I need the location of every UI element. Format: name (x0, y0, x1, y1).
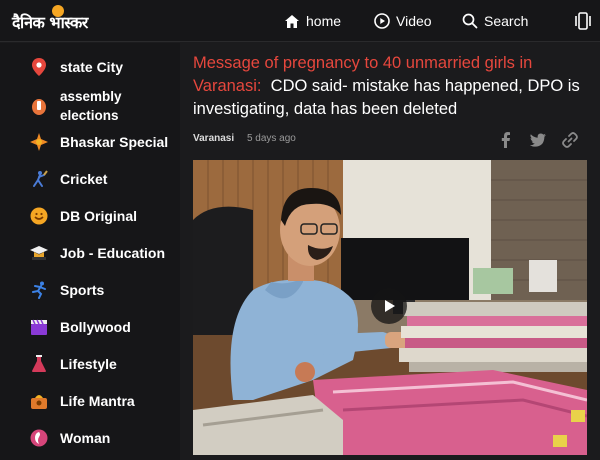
share-facebook-button[interactable] (497, 131, 515, 149)
sidebar-item-job-education[interactable]: Job - Education (30, 244, 165, 262)
cricket-player-icon (30, 170, 48, 188)
play-button[interactable] (371, 288, 407, 324)
article-city: Varanasi (193, 133, 235, 144)
location-pin-icon (30, 58, 48, 76)
nav-video-label: Video (396, 13, 432, 29)
runner-icon (30, 281, 48, 299)
twitter-icon (529, 133, 546, 147)
home-icon (285, 14, 299, 28)
sidebar-item-label: Lifestyle (60, 356, 117, 372)
article-video-player[interactable] (193, 160, 587, 455)
ballot-icon (30, 97, 48, 115)
nav-search-link[interactable]: Search (462, 0, 528, 42)
sidebar-item-label: state City (60, 59, 124, 75)
sidebar-item-label-line1: assembly (60, 89, 122, 104)
clapperboard-icon (30, 318, 48, 336)
flask-icon (30, 355, 48, 373)
sidebar-item-label: Sports (60, 282, 105, 298)
sidebar-item-label: Bollywood (60, 319, 131, 335)
sidebar-item-label: DB Original (60, 208, 138, 224)
life-mantra-icon (30, 392, 48, 410)
link-icon (562, 132, 578, 148)
nav-home-link[interactable]: home (284, 0, 341, 42)
logo-text: दैनिक भास्कर (12, 13, 88, 32)
panel-menu-icon (575, 12, 591, 30)
sidebar-item-life-mantra[interactable]: Life Mantra (30, 392, 135, 410)
graduation-cap-icon (30, 244, 48, 262)
sidebar-item-label: Life Mantra (60, 393, 135, 409)
article-time: 5 days ago (246, 133, 296, 144)
top-bar: दैनिक भास्कर home Video Search (0, 0, 600, 42)
woman-icon (30, 429, 48, 447)
db-original-icon (30, 207, 48, 225)
sidebar-item-label: Woman (60, 430, 111, 446)
facebook-icon (501, 132, 510, 148)
article-headline[interactable]: Message of pregnancy to 40 unmarried gir… (193, 52, 593, 121)
sidebar-item-lifestyle[interactable]: Lifestyle (30, 355, 117, 373)
sidebar-item-bollywood[interactable]: Bollywood (30, 318, 131, 336)
sidebar-item-sports[interactable]: Sports (30, 281, 104, 299)
sidebar-item-bhaskar-special[interactable]: Bhaskar Special (30, 133, 168, 151)
sidebar-item-db-original[interactable]: DB Original (30, 207, 137, 225)
article-panel: Message of pregnancy to 40 unmarried gir… (180, 43, 600, 460)
sidebar-item-label: Bhaskar Special (60, 134, 169, 150)
share-twitter-button[interactable] (529, 131, 547, 149)
category-sidebar: state City assembly elections Bhaskar Sp… (0, 43, 180, 460)
sidebar-item-state-city[interactable]: state City (30, 58, 123, 76)
menu-button[interactable] (575, 0, 591, 42)
sidebar-item-label-line2: elections (60, 108, 119, 123)
article-meta: Varanasi 5 days ago (193, 133, 296, 144)
nav-home-label: home (306, 13, 342, 29)
play-circle-icon (374, 13, 390, 29)
nav-search-label: Search (484, 13, 529, 29)
dainik-bhaskar-logo[interactable]: दैनिक भास्कर (12, 5, 112, 36)
play-icon (385, 300, 395, 312)
search-icon (462, 13, 478, 29)
sidebar-item-label: Job - Education (60, 245, 165, 261)
sidebar-item-woman[interactable]: Woman (30, 429, 110, 447)
copy-link-button[interactable] (561, 131, 579, 149)
sidebar-item-label-wrap: assembly elections (60, 87, 122, 125)
sidebar-item-cricket[interactable]: Cricket (30, 170, 107, 188)
sidebar-item-assembly-elections[interactable]: assembly elections (30, 87, 122, 125)
nav-video-link[interactable]: Video (374, 0, 432, 42)
sidebar-item-label: Cricket (60, 171, 108, 187)
star-burst-icon (30, 133, 48, 151)
